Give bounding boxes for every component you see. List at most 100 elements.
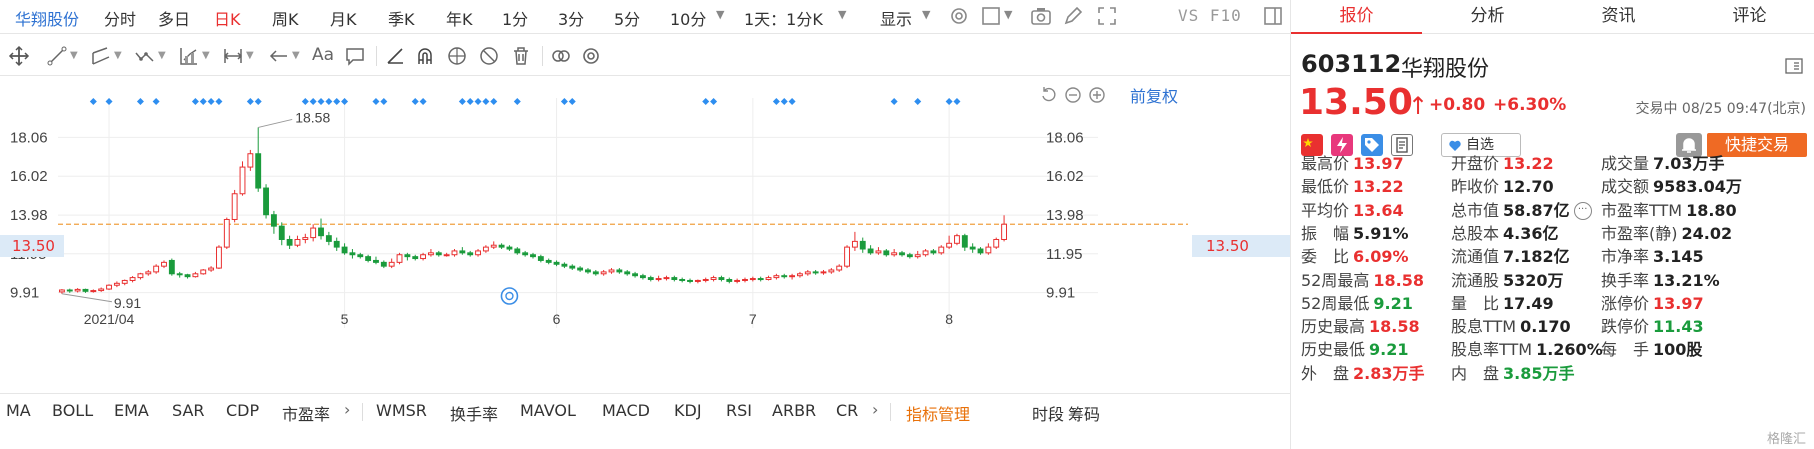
quote-item: 流通股 5320万 [1451, 269, 1564, 293]
period-daily-k[interactable]: 日K [214, 6, 241, 30]
period-yearly-k[interactable]: 年K [446, 6, 473, 30]
stock-name-link[interactable]: 华翔股份 [15, 6, 79, 30]
event-marker-icon [419, 98, 427, 105]
indicator-manager-button[interactable]: 指标管理 [906, 401, 970, 425]
indicator-turnover[interactable]: 换手率 [450, 401, 498, 425]
crosshair-icon[interactable] [8, 45, 30, 67]
zoom-in-icon[interactable] [1088, 86, 1106, 104]
fib-tool-icon[interactable] [178, 45, 200, 67]
chevron-down-icon[interactable]: ▼ [922, 8, 930, 21]
indicator-boll[interactable]: BOLL [52, 401, 93, 420]
gear-icon[interactable] [948, 5, 970, 27]
candle-body [420, 254, 427, 260]
tab-comments[interactable]: 评论 [1684, 0, 1814, 34]
channel-tool-icon[interactable] [90, 45, 112, 67]
quote-item: 历史最高 18.58 [1301, 315, 1420, 339]
quote-value: 6.09% [1353, 247, 1409, 267]
indicator-ema[interactable]: EMA [114, 401, 149, 420]
period-multiday[interactable]: 多日 [158, 6, 190, 30]
period-10min[interactable]: 10分 [670, 6, 706, 30]
gear-icon[interactable] [580, 45, 602, 67]
more-icon[interactable]: ··· [1573, 202, 1592, 221]
quote-item: 总股本 4.36亿 [1451, 222, 1559, 246]
period-3min[interactable]: 3分 [558, 6, 584, 30]
candle-body [883, 250, 890, 256]
tab-analysis[interactable]: 分析 [1422, 0, 1553, 34]
hide-icon[interactable] [478, 45, 500, 67]
angle-icon[interactable] [384, 45, 406, 67]
sidebar-toggle-icon[interactable] [1262, 5, 1284, 27]
indicator-mavol[interactable]: MAVOL [520, 401, 576, 420]
indicator-pe[interactable]: 市盈率 [282, 401, 330, 425]
candle-body [325, 235, 332, 242]
adjust-mode-toggle[interactable]: 前复权 [1130, 83, 1178, 107]
quote-value: 13.22 [1353, 177, 1404, 197]
candle-body [906, 254, 913, 258]
period-weekly-k[interactable]: 周K [272, 6, 299, 30]
chevron-down-icon[interactable]: ▼ [70, 50, 78, 61]
candle-body [302, 237, 309, 240]
indicator-rsi[interactable]: RSI [726, 401, 752, 420]
link-icon[interactable] [550, 45, 572, 67]
text-tool[interactable]: Aa [312, 45, 334, 67]
measure-tool-icon[interactable] [222, 45, 244, 67]
candle-body [930, 250, 937, 254]
kline-svg[interactable]: 18.0618.0616.0216.0213.9813.9811.9511.95… [0, 78, 1290, 393]
period-5min[interactable]: 5分 [614, 6, 640, 30]
chevron-down-icon[interactable]: ▼ [202, 50, 210, 61]
tab-quote[interactable]: 报价 [1291, 0, 1422, 34]
candle-body [184, 274, 191, 278]
chevron-right-icon[interactable]: › [872, 400, 878, 419]
trash-icon[interactable] [510, 45, 532, 67]
indicator-macd[interactable]: MACD [602, 401, 650, 420]
chevron-down-icon[interactable]: ▼ [114, 50, 122, 61]
chevron-down-icon[interactable]: ▼ [1004, 8, 1012, 21]
camera-icon[interactable] [1030, 5, 1052, 27]
candle-body [616, 269, 623, 273]
candle-body [954, 235, 960, 244]
period-quarterly-k[interactable]: 季K [388, 6, 415, 30]
zoom-out-icon[interactable] [1064, 86, 1082, 104]
comment-icon[interactable] [344, 45, 366, 67]
arrow-tool-icon[interactable] [268, 45, 290, 67]
indicator-cr[interactable]: CR [836, 401, 858, 420]
period-1min[interactable]: 1分 [502, 6, 528, 30]
color-box-icon[interactable] [980, 5, 1002, 27]
chevron-down-icon[interactable]: ▼ [838, 8, 846, 21]
chevron-down-icon[interactable]: ▼ [292, 50, 300, 61]
period-intraday[interactable]: 分时 [104, 6, 136, 30]
drawing-toolbar: ▼ ▼ ▼ ▼ ▼ ▼ Aa [0, 36, 1290, 76]
x-tick-label: 6 [553, 311, 561, 327]
indicator-sar[interactable]: SAR [172, 401, 205, 420]
indicator-arbr[interactable]: ARBR [772, 401, 816, 420]
magnet-icon[interactable] [414, 45, 436, 67]
quote-item: 内 盘 3.85万手 [1451, 362, 1575, 386]
indicator-kdj[interactable]: KDJ [674, 401, 702, 420]
period-range-tab[interactable]: 时段 [1032, 401, 1064, 425]
tab-news[interactable]: 资讯 [1553, 0, 1684, 34]
fullscreen-icon[interactable] [1096, 5, 1118, 27]
reset-icon[interactable] [1040, 86, 1058, 104]
period-monthly-k[interactable]: 月K [330, 6, 357, 30]
chevron-down-icon[interactable]: ▼ [716, 8, 724, 21]
display-menu[interactable]: 显示 [880, 6, 912, 30]
wave-tool-icon[interactable] [134, 45, 156, 67]
eye-icon[interactable] [446, 45, 468, 67]
line-tool-icon[interactable] [46, 45, 68, 67]
chip-distribution-tab[interactable]: 筹码 [1068, 401, 1100, 425]
indicator-wmsr[interactable]: WMSR [376, 401, 427, 420]
chevron-right-icon[interactable]: › [344, 400, 350, 419]
pencil-icon[interactable] [1062, 5, 1084, 27]
quote-label: 成交额 [1601, 177, 1650, 197]
vs-f10-toggle[interactable]: VS F10 [1178, 6, 1242, 25]
quote-item: 市净率 3.145 [1601, 245, 1704, 269]
kline-chart[interactable]: 18.0618.0616.0216.0213.9813.9811.9511.95… [0, 78, 1290, 393]
indicator-cdp[interactable]: CDP [226, 401, 259, 420]
menu-icon[interactable] [1785, 58, 1803, 74]
candle-body [396, 254, 403, 263]
interval-select[interactable]: 1天：1分K [744, 6, 823, 30]
chevron-down-icon[interactable]: ▼ [158, 50, 166, 61]
indicator-ma[interactable]: MA [6, 401, 31, 420]
chevron-down-icon[interactable]: ▼ [246, 50, 254, 61]
last-price-tag-right: 13.50 [1192, 235, 1290, 257]
